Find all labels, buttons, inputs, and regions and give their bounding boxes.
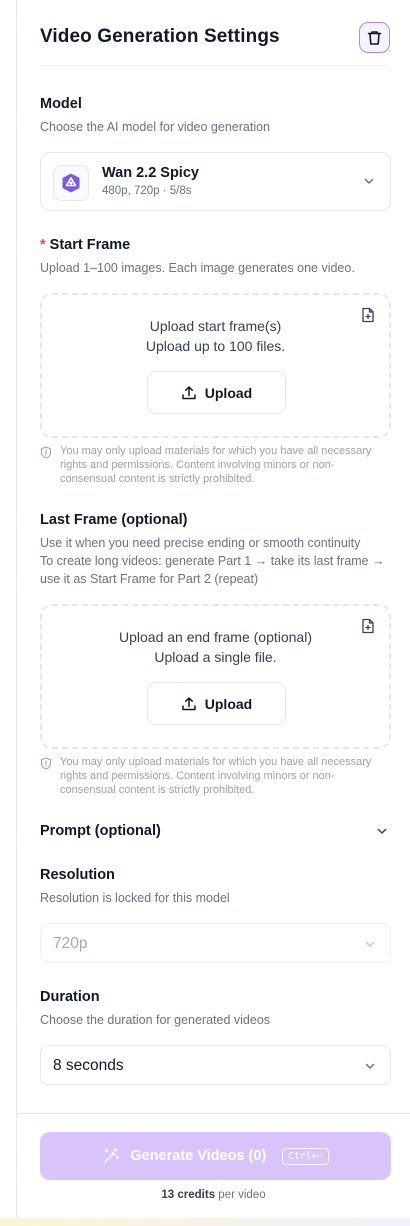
panel-header: Video Generation Settings <box>40 22 390 66</box>
prompt-label: Prompt (optional) <box>40 823 161 839</box>
chevron-down-icon <box>364 938 376 950</box>
start-frame-upload-button[interactable]: Upload <box>147 371 286 414</box>
prompt-toggle[interactable]: Prompt (optional) <box>40 818 391 844</box>
duration-help: Choose the duration for generated videos <box>40 1013 271 1027</box>
disclaimer-text: You may only upload materials for which … <box>60 445 372 485</box>
last-frame-dropzone[interactable]: Upload an end frame (optional) Upload a … <box>40 604 391 749</box>
model-specs: 480p, 720p · 5/8s <box>102 185 192 197</box>
trash-icon <box>367 30 382 45</box>
chevron-down-icon <box>376 825 388 837</box>
settings-panel: Video Generation Settings Model Choose t… <box>17 0 410 1226</box>
model-select[interactable]: Wan 2.2 Spicy 480p, 720p · 5/8s <box>40 152 391 211</box>
footer-divider <box>17 1113 410 1114</box>
dropzone-subtitle: Upload up to 100 files. <box>145 338 286 354</box>
chevron-down-icon <box>364 1060 376 1072</box>
duration-value: 8 seconds <box>53 1057 124 1074</box>
generate-videos-button[interactable]: Generate Videos (0) Ctrl+⏎ <box>40 1132 391 1180</box>
resolution-select[interactable]: 720p <box>40 923 391 963</box>
model-label: Model <box>40 96 82 112</box>
credits-suffix: per video <box>215 1189 266 1201</box>
last-frame-help-1: Use it when you need precise ending or s… <box>40 536 361 550</box>
credits-amount: 13 credits <box>161 1189 216 1201</box>
resolution-help: Resolution is locked for this model <box>40 891 230 905</box>
dropzone-title: Upload an end frame (optional) <box>118 629 312 645</box>
duration-label: Duration <box>40 989 100 1005</box>
start-frame-label-text: Start Frame <box>49 237 131 253</box>
bottom-strip <box>0 1218 410 1226</box>
start-frame-help: Upload 1–100 images. Each image generate… <box>40 261 355 275</box>
shield-icon <box>40 757 52 770</box>
start-frame-label: * Start Frame <box>40 237 130 253</box>
generate-label: Generate Videos (0) <box>130 1148 267 1164</box>
disclaimer-text: You may only upload materials for which … <box>60 756 372 796</box>
upload-label: Upload <box>204 695 253 712</box>
start-frame-dropzone[interactable]: Upload start frame(s) Upload up to 100 f… <box>40 293 391 438</box>
last-frame-upload-button[interactable]: Upload <box>147 682 286 725</box>
magic-wand-icon <box>104 1147 120 1164</box>
duration-select[interactable]: 8 seconds <box>40 1045 391 1085</box>
chevron-down-icon <box>363 175 375 187</box>
resolution-value: 720p <box>53 935 88 952</box>
model-help: Choose the AI model for video generation <box>40 120 271 134</box>
last-frame-help-2: To create long videos: generate Part 1 →… <box>40 554 385 586</box>
credits-note: 13 credits per video <box>17 1189 410 1201</box>
last-frame-label: Last Frame (optional) <box>40 512 188 528</box>
page-title: Video Generation Settings <box>40 26 280 47</box>
resolution-label: Resolution <box>40 867 115 883</box>
shortcut-hint: Ctrl+⏎ <box>282 1147 329 1165</box>
dropzone-subtitle: Upload a single file. <box>154 649 277 665</box>
dropzone-title: Upload start frame(s) <box>149 318 282 334</box>
required-mark: * <box>40 237 46 253</box>
model-logo-icon <box>53 165 89 201</box>
upload-icon <box>182 385 196 399</box>
clear-settings-button[interactable] <box>359 22 390 53</box>
shield-icon <box>40 446 52 459</box>
upload-label: Upload <box>204 384 253 401</box>
upload-icon <box>182 696 196 710</box>
model-name: Wan 2.2 Spicy <box>102 165 199 181</box>
